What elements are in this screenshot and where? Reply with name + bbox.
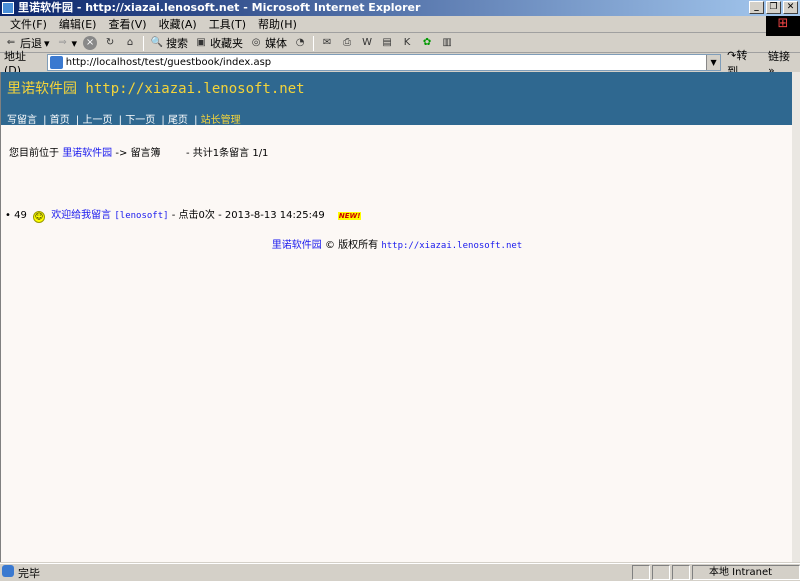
media-label: 媒体	[265, 37, 288, 50]
print-icon[interactable]: ⎙	[340, 36, 354, 50]
entry-datetime: 2013-8-13 14:25:49	[224, 210, 325, 221]
footer: 里诺软件园 © 版权所有 http://xiazai.lenosoft.net	[1, 236, 793, 251]
links-label: 链接	[768, 50, 791, 63]
new-badge: NEW!	[337, 212, 362, 220]
breadcrumb-current: 留言簿	[130, 148, 161, 159]
toolbar: ⇐ 后退 ▾ ⇒ ▾ × ↻ ⌂ 🔍 搜索 ▣ 收藏夹 ◎ 媒体 ◔ ✉ ⎙ W ▤ K…	[0, 34, 800, 53]
breadcrumb-home-link[interactable]: 里诺软件园	[62, 148, 112, 159]
address-bar: 地址(D) http://localhost/test/guestbook/in…	[0, 49, 800, 78]
minimize-button[interactable]: _	[749, 1, 764, 14]
search-label: 搜索	[166, 37, 189, 50]
site-title: 里诺软件园 http://xiazai.lenosoft.net	[7, 81, 305, 97]
plugin-icon[interactable]: ✿	[420, 36, 434, 50]
page-done-icon	[2, 564, 14, 577]
status-cell	[632, 565, 650, 580]
smiley-icon: ☺	[33, 211, 45, 223]
breadcrumb: 您目前位于 里诺软件园 -> 留言簿 - 共计1条留言 1/1	[9, 144, 268, 159]
copyright: © 版权所有	[324, 240, 379, 251]
site-nav: 写留言 | 首页 | 上一页 | 下一页 | 尾页 | 站长管理	[7, 115, 241, 126]
windows-logo-icon: ⊞	[766, 16, 800, 36]
forward-button[interactable]: ⇒ ▾	[56, 36, 77, 50]
search-button[interactable]: 🔍 搜索	[150, 35, 188, 51]
separator	[313, 35, 315, 51]
nav-write[interactable]: 写留言	[7, 115, 37, 126]
menu-bar: 文件(F) 编辑(E) 查看(V) 收藏(A) 工具(T) 帮助(H)	[0, 16, 800, 33]
media-icon: ◎	[251, 37, 261, 48]
window-title: 里诺软件园 - http://xiazai.lenosoft.net - Mic…	[18, 1, 421, 14]
nav-prev[interactable]: 上一页	[82, 115, 112, 126]
entry-title-link[interactable]: 欢迎给我留言	[51, 210, 111, 221]
history-icon[interactable]: ◔	[293, 36, 307, 50]
forward-arrow-icon: ⇒	[58, 37, 67, 48]
status-bar: 完毕 本地 Intranet	[0, 563, 800, 581]
page-content: 里诺软件园 http://xiazai.lenosoft.net 写留言 | 首…	[0, 72, 792, 562]
vertical-scrollbar[interactable]	[792, 72, 800, 562]
search-icon: 🔍	[150, 37, 164, 48]
nav-last[interactable]: 尾页	[168, 115, 188, 126]
mail-icon[interactable]: ✉	[320, 36, 334, 50]
breadcrumb-prefix: 您目前位于	[9, 148, 59, 159]
menu-tools[interactable]: 工具(T)	[203, 16, 252, 32]
security-zone: 本地 Intranet	[692, 565, 800, 580]
favorites-icon: ▣	[196, 37, 206, 48]
discuss-icon[interactable]: ▤	[380, 36, 394, 50]
address-url: http://localhost/test/guestbook/index.as…	[65, 57, 272, 68]
media-button[interactable]: ◎ 媒体	[249, 35, 287, 51]
entry-clicks: - 点击0次 -	[171, 210, 222, 221]
entry-author[interactable]: [lenosoft]	[114, 211, 168, 221]
nav-admin[interactable]: 站长管理	[201, 115, 241, 126]
favorites-label: 收藏夹	[210, 37, 244, 50]
messenger-icon[interactable]: K	[400, 36, 414, 50]
list-item: • 49 ☺ 欢迎给我留言 [lenosoft] - 点击0次 - 2013-8…	[5, 210, 362, 223]
address-input[interactable]: http://localhost/test/guestbook/index.as…	[46, 54, 722, 71]
research-icon[interactable]: ▥	[440, 36, 454, 50]
menu-help[interactable]: 帮助(H)	[252, 16, 303, 32]
menu-view[interactable]: 查看(V)	[102, 16, 152, 32]
menu-edit[interactable]: 编辑(E)	[53, 16, 103, 32]
footer-url-link[interactable]: http://xiazai.lenosoft.net	[381, 241, 522, 251]
restore-button[interactable]: ❐	[766, 1, 781, 14]
ie-icon	[2, 2, 14, 14]
nav-home[interactable]: 首页	[50, 115, 70, 126]
menu-favorites[interactable]: 收藏(A)	[153, 16, 203, 32]
stop-icon[interactable]: ×	[83, 36, 98, 50]
page-icon	[49, 56, 63, 69]
title-bar: 里诺软件园 - http://xiazai.lenosoft.net - Mic…	[0, 0, 800, 16]
breadcrumb-arrow: ->	[115, 148, 128, 159]
status-cell	[672, 565, 690, 580]
address-dropdown[interactable]: ▼	[706, 55, 721, 70]
refresh-icon[interactable]: ↻	[103, 36, 117, 50]
nav-next[interactable]: 下一页	[125, 115, 155, 126]
site-header: 里诺软件园 http://xiazai.lenosoft.net 写留言 | 首…	[1, 72, 792, 126]
separator	[143, 35, 145, 51]
home-icon[interactable]: ⌂	[123, 36, 137, 50]
edit-word-icon[interactable]: W	[360, 36, 374, 50]
status-cell	[652, 565, 670, 580]
close-button[interactable]: ✕	[783, 1, 798, 14]
footer-site-link[interactable]: 里诺软件园	[272, 240, 322, 251]
entry-id: 49	[14, 210, 27, 221]
message-count: - 共计1条留言 1/1	[186, 148, 269, 159]
status-text: 完毕	[18, 566, 40, 580]
zone-label: 本地 Intranet	[709, 567, 773, 578]
favorites-button[interactable]: ▣ 收藏夹	[194, 35, 243, 51]
menu-file[interactable]: 文件(F)	[4, 16, 53, 32]
